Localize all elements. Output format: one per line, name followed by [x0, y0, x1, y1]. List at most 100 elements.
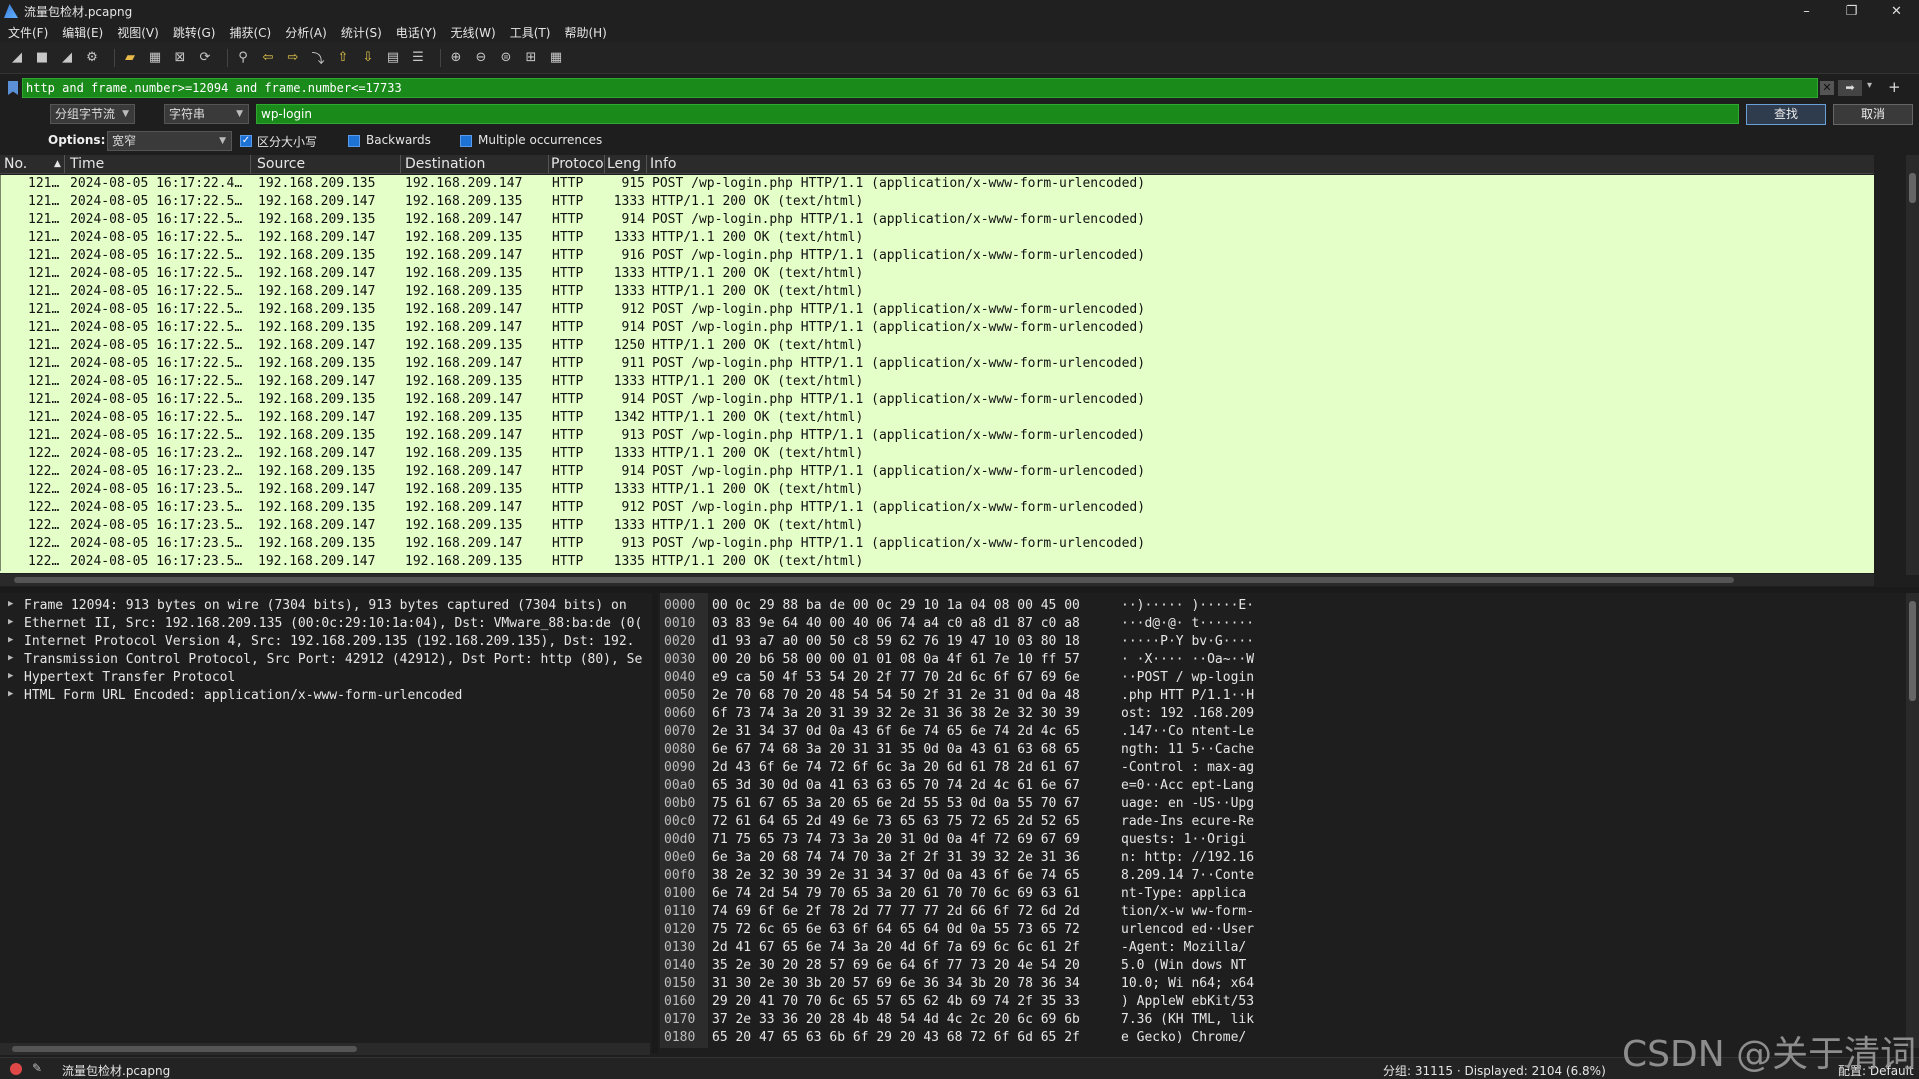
menu-wireless[interactable]: 无线(W)	[451, 24, 496, 41]
packet-list[interactable]: 121… 2024-08-05 16:17:22.4… 192.168.209.13…	[0, 175, 1874, 573]
hex-row[interactable]: 0130 2d 41 67 65 6e 74 3a 20 4d 6f 7a 69 …	[660, 939, 1904, 957]
packet-row[interactable]: 121… 2024-08-05 16:17:22.5… 192.168.209.14…	[0, 409, 1874, 427]
packet-row[interactable]: 121… 2024-08-05 16:17:22.5… 192.168.209.14…	[0, 193, 1874, 211]
hex-row[interactable]: 00f0 38 2e 32 30 39 2e 31 34 37 0d 0a 43 …	[660, 867, 1904, 885]
menu-analyze[interactable]: 分析(A)	[285, 24, 327, 41]
packet-row[interactable]: 121… 2024-08-05 16:17:22.5… 192.168.209.14…	[0, 265, 1874, 283]
packet-row[interactable]: 121… 2024-08-05 16:17:22.5… 192.168.209.14…	[0, 229, 1874, 247]
column-separator[interactable]	[548, 155, 549, 173]
expand-arrow-icon[interactable]: ▶	[8, 653, 13, 663]
apply-filter-icon[interactable]: ➡	[1838, 80, 1862, 96]
multiple-occurrences-checkbox[interactable]	[460, 135, 472, 147]
find-icon[interactable]: ⚲	[234, 49, 252, 67]
restart-icon[interactable]: ◢	[58, 49, 76, 67]
add-filter-button-icon[interactable]: +	[1888, 78, 1901, 96]
packet-row[interactable]: 121… 2024-08-05 16:17:22.5… 192.168.209.14…	[0, 283, 1874, 301]
layout-icon[interactable]: ▦	[547, 49, 565, 67]
close-file-icon[interactable]: ⊠	[171, 49, 189, 67]
packet-row[interactable]: 121… 2024-08-05 16:17:22.5… 192.168.209.13…	[0, 301, 1874, 319]
packet-row[interactable]: 122… 2024-08-05 16:17:23.5… 192.168.209.14…	[0, 517, 1874, 535]
packet-row[interactable]: 121… 2024-08-05 16:17:22.4… 192.168.209.13…	[0, 175, 1874, 193]
hex-row[interactable]: 0030 00 20 b6 58 00 00 01 01 08 0a 4f 61 …	[660, 651, 1904, 669]
close-button[interactable]: ✕	[1874, 0, 1919, 22]
column-separator[interactable]	[64, 155, 65, 173]
stop-icon[interactable]: ■	[33, 49, 51, 67]
packet-row[interactable]: 121… 2024-08-05 16:17:22.5… 192.168.209.13…	[0, 319, 1874, 337]
find-button[interactable]: 查找	[1746, 104, 1826, 125]
menu-statistics[interactable]: 统计(S)	[341, 24, 382, 41]
menu-go[interactable]: 跳转(G)	[173, 24, 216, 41]
hex-row[interactable]: 0120 75 72 6c 65 6e 63 6f 64 65 64 0d 0a …	[660, 921, 1904, 939]
bookmark-icon[interactable]	[8, 81, 18, 95]
packet-list-horizontal-scrollbar[interactable]	[0, 574, 1874, 586]
hex-row[interactable]: 0150 31 30 2e 30 3b 20 57 69 6e 36 34 3b …	[660, 975, 1904, 993]
filter-history-dropdown-icon[interactable]: ▾	[1867, 80, 1872, 91]
autoscroll-icon[interactable]: ▤	[384, 49, 402, 67]
detail-tree-item[interactable]: ▶ HTML Form URL Encoded: application/x-ww…	[0, 687, 650, 705]
colorize-icon[interactable]: ☰	[409, 49, 427, 67]
hex-row[interactable]: 0010 03 83 9e 64 40 00 40 06 74 a4 c0 a8 …	[660, 615, 1904, 633]
hex-row[interactable]: 0080 6e 67 74 68 3a 20 31 31 35 0d 0a 43 …	[660, 741, 1904, 759]
detail-tree-item[interactable]: ▶ Transmission Control Protocol, Src Port…	[0, 651, 650, 669]
menu-edit[interactable]: 编辑(E)	[62, 24, 103, 41]
column-separator[interactable]	[646, 155, 647, 173]
detail-tree-item[interactable]: ▶ Hypertext Transfer Protocol	[0, 669, 650, 687]
first-packet-icon[interactable]: ⇧	[334, 49, 352, 67]
menu-capture[interactable]: 捕获(C)	[229, 24, 271, 41]
expand-arrow-icon[interactable]: ▶	[8, 635, 13, 645]
clear-filter-icon[interactable]: ✕	[1820, 81, 1834, 95]
scrollbar-thumb[interactable]	[12, 1046, 357, 1052]
packet-row[interactable]: 122… 2024-08-05 16:17:23.5… 192.168.209.13…	[0, 499, 1874, 517]
packet-row[interactable]: 122… 2024-08-05 16:17:23.5… 192.168.209.13…	[0, 535, 1874, 553]
search-type-select[interactable]: 字符串 ▼	[164, 104, 249, 124]
back-icon[interactable]: ⇦	[259, 49, 277, 67]
packet-row[interactable]: 121… 2024-08-05 16:17:22.5… 192.168.209.14…	[0, 337, 1874, 355]
hex-row[interactable]: 0060 6f 73 74 3a 20 31 39 32 2e 31 36 38 …	[660, 705, 1904, 723]
hex-row[interactable]: 0000 00 0c 29 88 ba de 00 0c 29 10 1a 04 …	[660, 597, 1904, 615]
hex-row[interactable]: 0050 2e 70 68 70 20 48 54 54 50 2f 31 2e …	[660, 687, 1904, 705]
hex-row[interactable]: 0100 6e 74 2d 54 79 70 65 3a 20 61 70 70 …	[660, 885, 1904, 903]
packet-details-tree[interactable]: ▶ Frame 12094: 913 bytes on wire (7304 bi…	[0, 593, 650, 1048]
packet-row[interactable]: 121… 2024-08-05 16:17:22.5… 192.168.209.13…	[0, 355, 1874, 373]
scrollbar-thumb[interactable]	[1909, 173, 1916, 203]
menu-tools[interactable]: 工具(T)	[510, 24, 551, 41]
expand-arrow-icon[interactable]: ▶	[8, 689, 13, 699]
column-length[interactable]: Leng	[607, 156, 641, 172]
zoom-in-icon[interactable]: ⊕	[447, 49, 465, 67]
capture-comment-icon[interactable]: ✎	[32, 1061, 42, 1075]
packet-row[interactable]: 121… 2024-08-05 16:17:22.5… 192.168.209.13…	[0, 247, 1874, 265]
column-time[interactable]: Time	[70, 156, 104, 172]
hex-row[interactable]: 00a0 65 3d 30 0d 0a 41 63 63 65 70 74 2d …	[660, 777, 1904, 795]
packet-row[interactable]: 121… 2024-08-05 16:17:22.5… 192.168.209.13…	[0, 427, 1874, 445]
open-icon[interactable]: ▰	[121, 49, 139, 67]
column-separator[interactable]	[400, 155, 401, 173]
expand-arrow-icon[interactable]: ▶	[8, 671, 13, 681]
cancel-find-button[interactable]: 取消	[1833, 104, 1913, 125]
options-icon[interactable]: ⚙	[83, 49, 101, 67]
find-input[interactable]: wp-login	[256, 104, 1739, 124]
menu-help[interactable]: 帮助(H)	[564, 24, 606, 41]
hex-row[interactable]: 00e0 6e 3a 20 68 74 74 70 3a 2f 2f 31 39 …	[660, 849, 1904, 867]
packet-row[interactable]: 121… 2024-08-05 16:17:22.5… 192.168.209.13…	[0, 211, 1874, 229]
packet-list-vertical-scrollbar[interactable]	[1906, 155, 1919, 575]
hex-row[interactable]: 0090 2d 43 6f 6e 74 72 6f 6c 3a 20 6d 61 …	[660, 759, 1904, 777]
bytes-vertical-scrollbar[interactable]	[1906, 593, 1919, 1048]
packet-row[interactable]: 122… 2024-08-05 16:17:23.5… 192.168.209.14…	[0, 481, 1874, 499]
packet-bytes-pane[interactable]: 0000 00 0c 29 88 ba de 00 0c 29 10 1a 04 …	[660, 593, 1904, 1048]
column-destination[interactable]: Destination	[405, 156, 485, 172]
hex-row[interactable]: 0070 2e 31 34 37 0d 0a 43 6f 6e 74 65 6e …	[660, 723, 1904, 741]
expand-arrow-icon[interactable]: ▶	[8, 617, 13, 627]
expert-info-icon[interactable]	[10, 1063, 22, 1075]
forward-icon[interactable]: ⇨	[284, 49, 302, 67]
menu-view[interactable]: 视图(V)	[117, 24, 159, 41]
hex-row[interactable]: 0110 74 69 6f 6e 2f 78 2d 77 77 77 2d 66 …	[660, 903, 1904, 921]
scrollbar-thumb[interactable]	[1909, 601, 1916, 701]
detail-tree-item[interactable]: ▶ Internet Protocol Version 4, Src: 192.1…	[0, 633, 650, 651]
hex-row[interactable]: 00c0 72 61 64 65 2d 49 6e 73 65 63 75 72 …	[660, 813, 1904, 831]
resize-columns-icon[interactable]: ⊞	[522, 49, 540, 67]
go-to-packet-icon[interactable]: ⤵	[309, 49, 327, 67]
column-protocol[interactable]: Protoco	[551, 156, 604, 172]
maximize-button[interactable]: ❐	[1829, 0, 1874, 22]
packet-row[interactable]: 121… 2024-08-05 16:17:22.5… 192.168.209.14…	[0, 373, 1874, 391]
zoom-out-icon[interactable]: ⊖	[472, 49, 490, 67]
